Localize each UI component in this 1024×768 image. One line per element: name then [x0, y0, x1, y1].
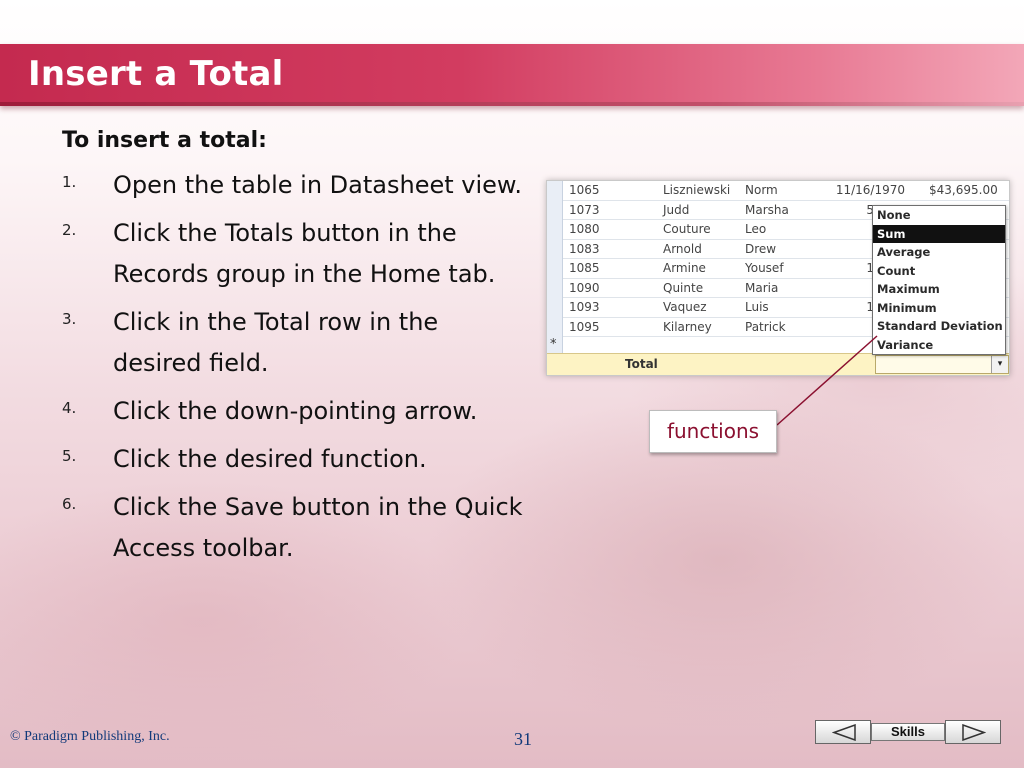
steps-list: 1. Open the table in Datasheet view. 2. … [62, 165, 532, 569]
function-option-variance[interactable]: Variance [873, 336, 1005, 355]
subheading: To insert a total: [62, 128, 267, 153]
page-number: 31 [514, 729, 532, 749]
step-text: Click the Save button in the Quick Acces… [113, 493, 523, 562]
functions-callout: functions [649, 410, 777, 453]
cell-last-name[interactable]: Liszniewski [663, 183, 730, 197]
cell-last-name[interactable]: Judd [663, 203, 689, 217]
function-option-sum[interactable]: Sum [873, 224, 1005, 243]
total-row[interactable]: Total ▾ [547, 353, 1009, 375]
cell-first-name[interactable]: Patrick [745, 320, 786, 334]
new-record-marker: * [550, 337, 557, 352]
datasheet-screenshot: 1065 Liszniewski Norm 11/16/1970 $43,695… [546, 180, 1010, 376]
cell-first-name[interactable]: Luis [745, 300, 769, 314]
step-item: 4. Click the down-pointing arrow. [62, 391, 532, 432]
step-item: 3. Click in the Total row in the desired… [62, 302, 532, 384]
function-option-average[interactable]: Average [873, 243, 1005, 262]
triangle-left-icon [832, 724, 856, 741]
step-item: 1. Open the table in Datasheet view. [62, 165, 532, 206]
step-number: 3. [62, 310, 77, 328]
cell-last-name[interactable]: Armine [663, 261, 706, 275]
cell-id[interactable]: 1095 [569, 320, 600, 334]
function-option-maximum[interactable]: Maximum [873, 280, 1005, 299]
step-number: 4. [62, 399, 77, 417]
title-bar: Insert a Total [0, 44, 1024, 106]
total-cell[interactable]: ▾ [875, 355, 1009, 374]
step-number: 2. [62, 221, 77, 239]
cell-id[interactable]: 1065 [569, 183, 600, 197]
dropdown-arrow-button[interactable]: ▾ [991, 356, 1008, 373]
cell-last-name[interactable]: Arnold [663, 242, 702, 256]
step-text: Click the Totals button in the Records g… [113, 219, 496, 288]
step-text: Open the table in Datasheet view. [113, 171, 522, 199]
step-number: 5. [62, 447, 77, 465]
previous-slide-button[interactable] [815, 720, 871, 744]
slide-title: Insert a Total [28, 54, 284, 94]
slide-navigation: Skills [815, 720, 1001, 744]
step-text: Click in the Total row in the desired fi… [113, 308, 439, 377]
step-number: 6. [62, 495, 77, 513]
next-slide-button[interactable] [945, 720, 1001, 744]
step-item: 2. Click the Totals button in the Record… [62, 213, 532, 295]
skills-button[interactable]: Skills [871, 723, 945, 741]
function-option-none[interactable]: None [873, 206, 1005, 225]
total-row-label: Total [625, 357, 658, 371]
function-option-standard-deviation[interactable]: Standard Deviation [873, 317, 1005, 336]
functions-dropdown[interactable]: None Sum Average Count Maximum Minimum S… [872, 205, 1006, 355]
cell-first-name[interactable]: Maria [745, 281, 778, 295]
cell-first-name[interactable]: Norm [745, 183, 778, 197]
content-area: To insert a total: 1. Open the table in … [62, 128, 532, 576]
function-option-count[interactable]: Count [873, 262, 1005, 281]
cell-id[interactable]: 1080 [569, 222, 600, 236]
cell-last-name[interactable]: Vaquez [663, 300, 707, 314]
cell-first-name[interactable]: Drew [745, 242, 776, 256]
step-text: Click the down-pointing arrow. [113, 397, 478, 425]
cell-last-name[interactable]: Quinte [663, 281, 703, 295]
cell-first-name[interactable]: Marsha [745, 203, 789, 217]
cell-last-name[interactable]: Kilarney [663, 320, 712, 334]
cell-date[interactable]: 11/16/1970 [835, 183, 905, 197]
table-row[interactable]: 1065 Liszniewski Norm 11/16/1970 $43,695… [563, 181, 1009, 201]
cell-id[interactable]: 1073 [569, 203, 600, 217]
cell-id[interactable]: 1083 [569, 242, 600, 256]
cell-salary[interactable]: $43,695.00 [929, 183, 998, 197]
function-option-minimum[interactable]: Minimum [873, 299, 1005, 318]
cell-first-name[interactable]: Yousef [745, 261, 784, 275]
cell-last-name[interactable]: Couture [663, 222, 711, 236]
step-number: 1. [62, 173, 77, 191]
step-item: 6. Click the Save button in the Quick Ac… [62, 487, 532, 569]
cell-id[interactable]: 1090 [569, 281, 600, 295]
step-item: 5. Click the desired function. [62, 439, 532, 480]
cell-id[interactable]: 1085 [569, 261, 600, 275]
triangle-right-icon [962, 724, 986, 741]
step-text: Click the desired function. [113, 445, 427, 473]
cell-first-name[interactable]: Leo [745, 222, 766, 236]
cell-id[interactable]: 1093 [569, 300, 600, 314]
copyright-text: © Paradigm Publishing, Inc. [10, 729, 170, 744]
